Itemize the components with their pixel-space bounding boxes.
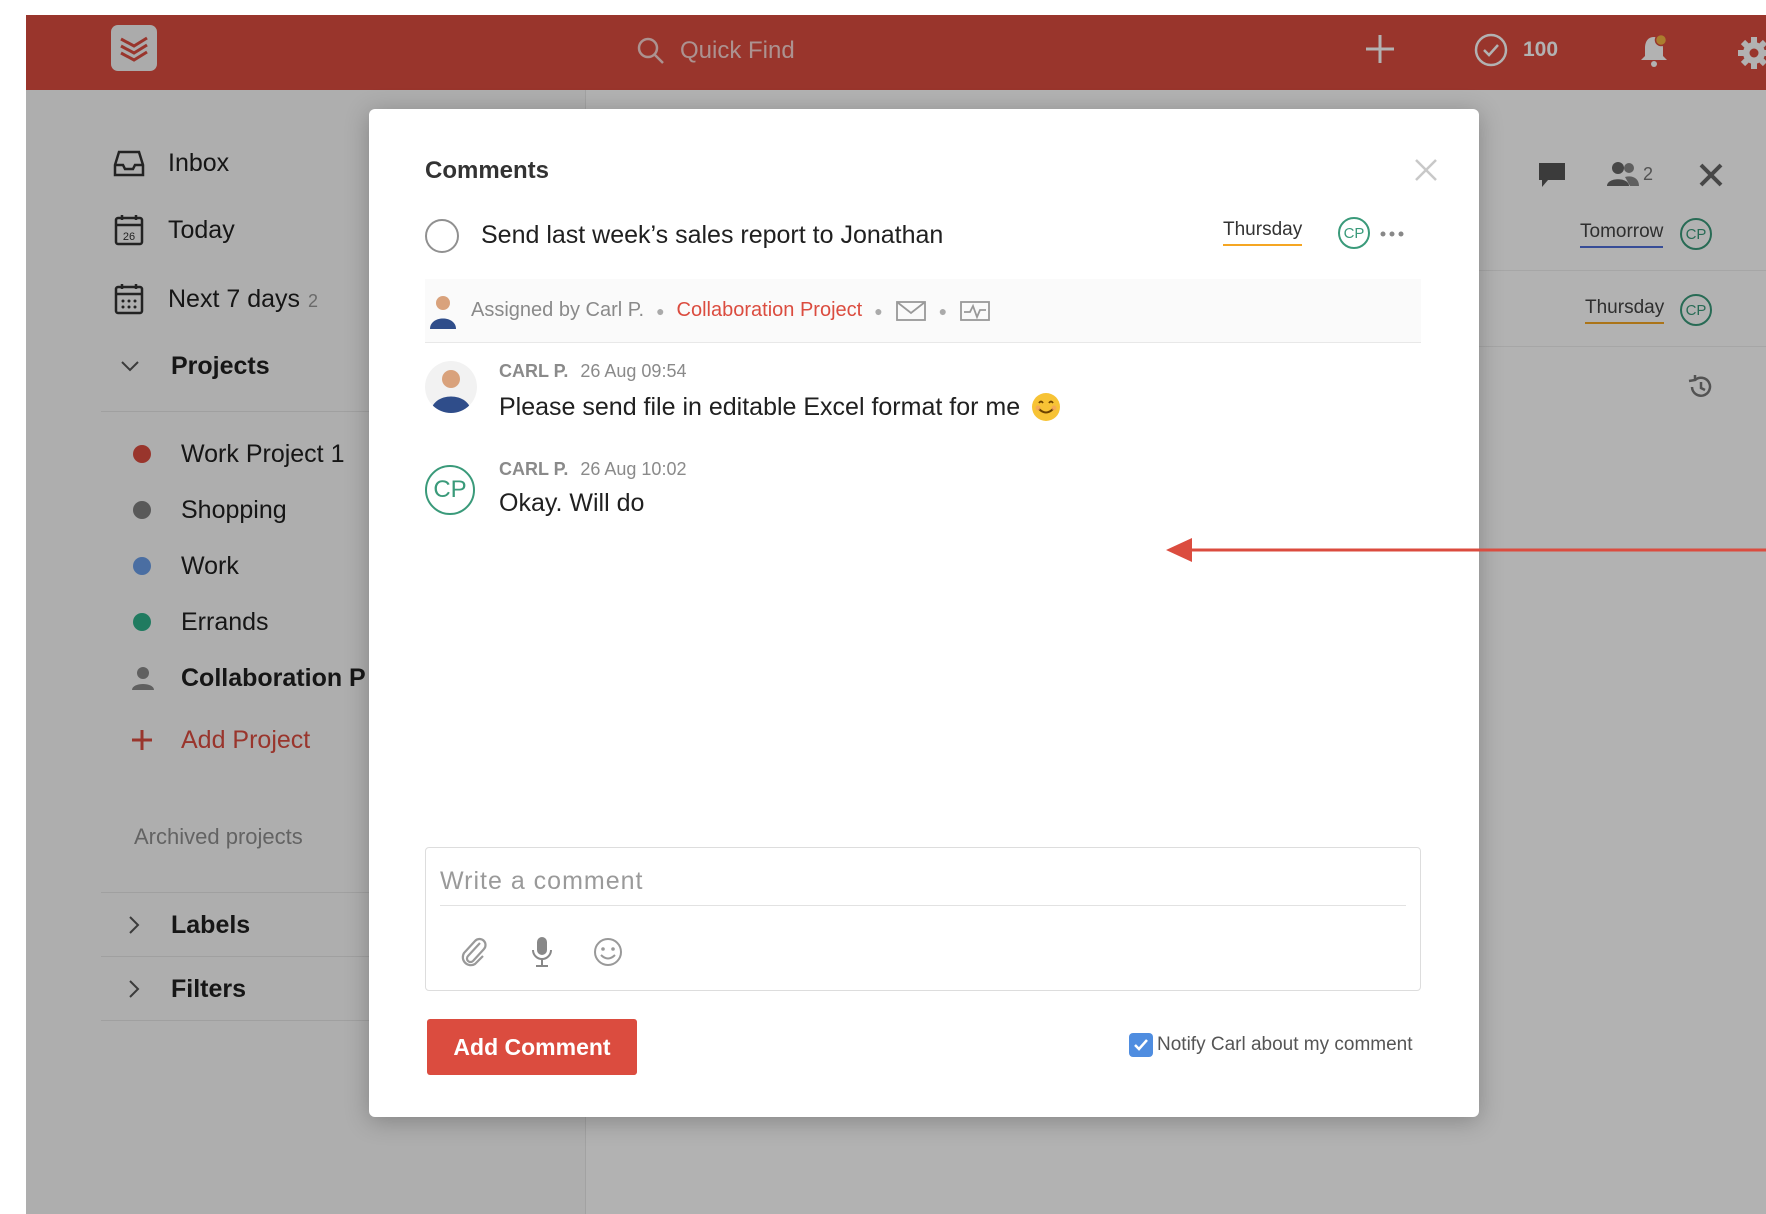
separator-dot: ● xyxy=(938,302,948,319)
comment-timestamp: 26 Aug 10:02 xyxy=(580,459,687,479)
comment-input[interactable] xyxy=(440,858,1406,906)
task-title[interactable]: Send last week’s sales report to Jonatha… xyxy=(481,221,943,250)
assigner-avatar xyxy=(427,293,459,329)
close-icon[interactable] xyxy=(1409,153,1443,187)
app-window: Quick Find 100 Inbox 26 Today Next 7 day… xyxy=(26,15,1766,1214)
comment-author: CARL P. xyxy=(499,459,569,479)
more-options-icon[interactable] xyxy=(1374,219,1410,249)
envelope-icon[interactable] xyxy=(895,299,927,323)
comment-author: CARL P. xyxy=(499,361,569,381)
comment-text: Okay. Will do xyxy=(499,489,645,517)
notify-label: Notify Carl about my comment xyxy=(1157,1034,1413,1055)
notify-checkbox[interactable] xyxy=(1129,1033,1153,1057)
assigned-by-label: Assigned by Carl P. xyxy=(471,299,645,321)
microphone-icon[interactable] xyxy=(524,934,560,970)
separator-dot: ● xyxy=(656,302,665,319)
modal-title: Comments xyxy=(425,157,550,184)
smiling-emoji-icon xyxy=(1032,393,1061,421)
commenter-avatar xyxy=(425,361,477,413)
task-meta-bar: Assigned by Carl P. ● Collaboration Proj… xyxy=(425,279,1421,343)
emoji-picker-icon[interactable] xyxy=(590,934,626,970)
task-assignee-avatar[interactable]: CP xyxy=(1338,217,1370,249)
project-link[interactable]: Collaboration Project xyxy=(677,299,863,322)
notify-option[interactable]: Notify Carl about my comment xyxy=(1129,1033,1413,1057)
task-complete-checkbox[interactable] xyxy=(425,219,459,253)
comment-editor xyxy=(425,847,1421,991)
task-due-date[interactable]: Thursday xyxy=(1223,219,1303,246)
commenter-avatar: CP xyxy=(425,465,475,515)
paperclip-icon[interactable] xyxy=(456,934,492,970)
add-comment-button[interactable]: Add Comment xyxy=(427,1019,637,1075)
separator-dot: ● xyxy=(874,302,883,319)
comment-text: Please send file in editable Excel forma… xyxy=(499,392,1021,421)
annotation-arrow-icon xyxy=(1166,538,1766,562)
comments-modal: Comments Send last week’s sales report t… xyxy=(369,109,1479,1117)
comment-timestamp: 26 Aug 09:54 xyxy=(580,361,687,381)
checkmark-icon xyxy=(1134,1039,1148,1051)
activity-icon[interactable] xyxy=(959,299,991,323)
